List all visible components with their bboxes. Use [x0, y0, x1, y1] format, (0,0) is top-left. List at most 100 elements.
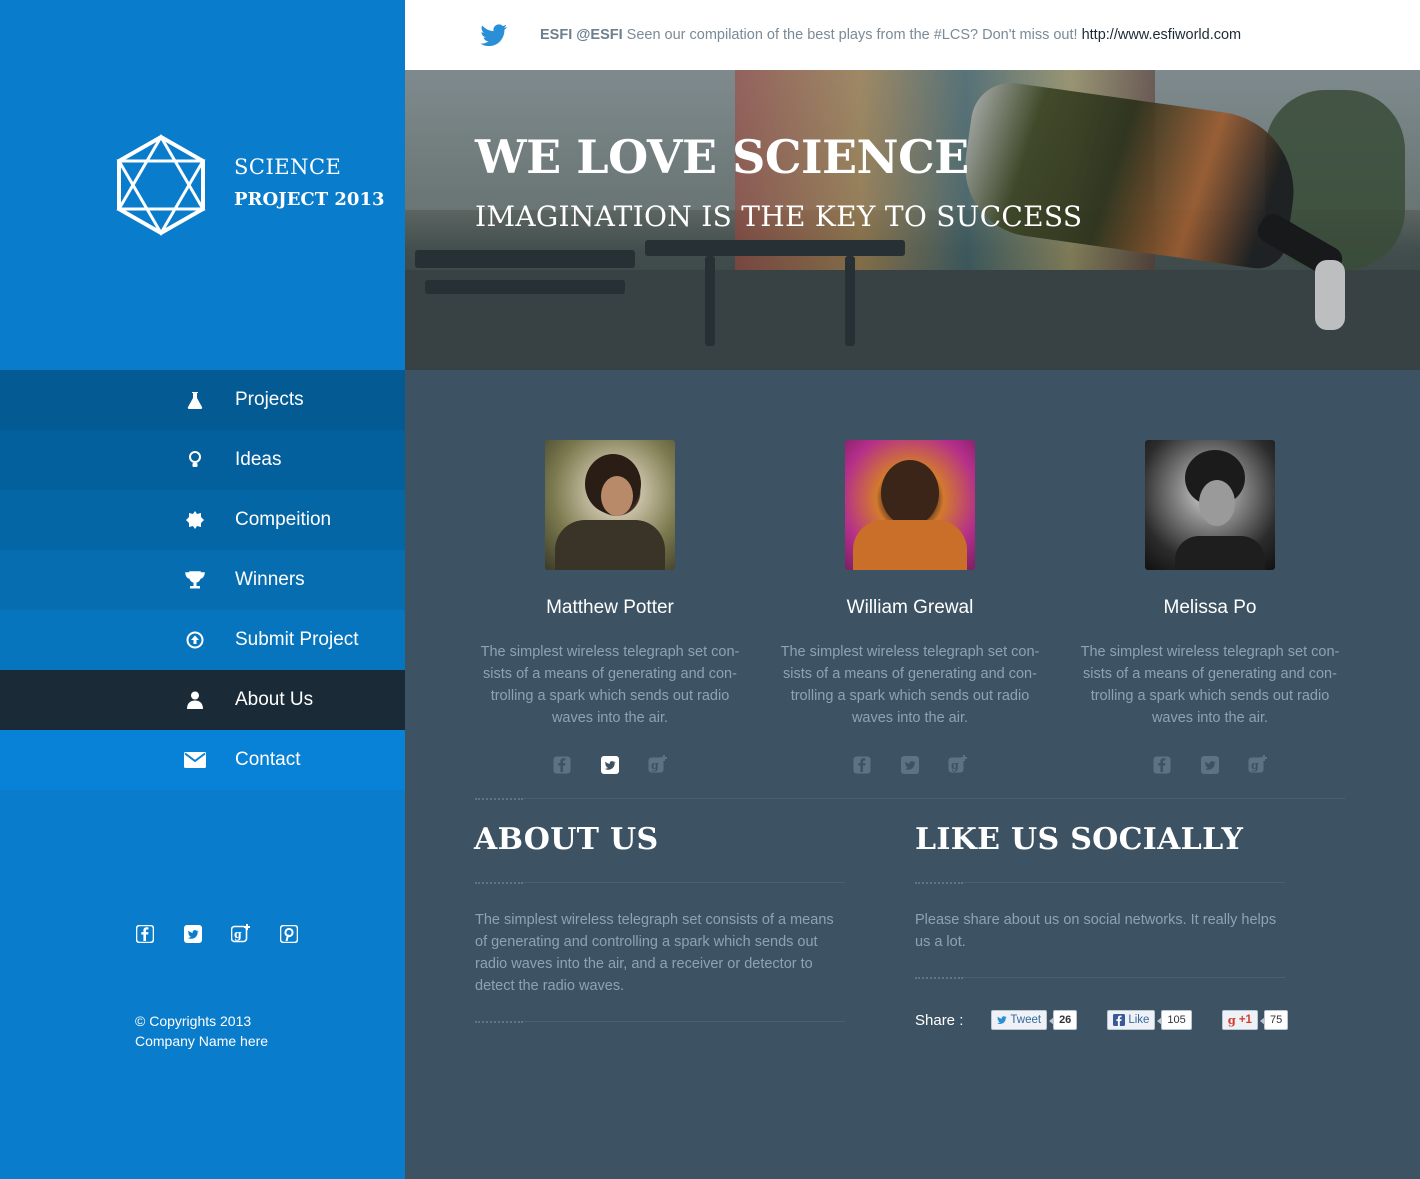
like-us-socially-title: LIKE US SOCIALLY — [915, 822, 1243, 857]
twitter-icon[interactable] — [600, 755, 620, 775]
about-bottom-divider — [475, 1021, 845, 1023]
nav-item-winners[interactable]: Winners — [0, 550, 405, 610]
sidebar-social-links: g — [135, 924, 299, 944]
facebook-icon[interactable] — [1152, 755, 1172, 775]
hexagon-logo-icon[interactable] — [116, 134, 206, 236]
twitter-feed-bar: ESFI @ESFI Seen our compilation of the b… — [405, 0, 1420, 70]
photo-face — [1199, 480, 1235, 526]
member-social-links: g — [475, 755, 745, 775]
tweet-text: Seen our compilation of the best plays f… — [626, 27, 1078, 43]
photo-shirt — [853, 520, 967, 570]
main-nav: Projects Ideas Compeition Winners Submit… — [0, 370, 405, 790]
photo-shirt — [1175, 536, 1265, 570]
nav-item-ideas[interactable]: Ideas — [0, 430, 405, 490]
google-plus-icon[interactable]: g — [1248, 755, 1268, 775]
twitter-bird-icon[interactable] — [480, 23, 508, 47]
member-name: Matthew Potter — [546, 597, 674, 618]
flask-icon — [175, 391, 215, 409]
team-member-card: Melissa Po The simplest wireless telegra… — [1075, 440, 1345, 775]
brand-line2: PROJECT 2013 — [234, 189, 385, 210]
about-title-divider — [475, 882, 845, 884]
plus-one-button[interactable]: g +1 75 — [1221, 1010, 1289, 1030]
facebook-icon[interactable] — [552, 755, 572, 775]
social-title-bold: SOCIALLY — [1070, 822, 1244, 857]
google-plus-icon[interactable]: g — [648, 755, 668, 775]
pinterest-icon[interactable] — [279, 924, 299, 944]
photo-face — [601, 476, 633, 516]
share-bar: Share : Tweet 26 Like 105 g +1 75 — [915, 1010, 1289, 1030]
member-bio: The simplest wireless telegraph set con-… — [780, 644, 1040, 726]
svg-text:g: g — [234, 928, 242, 941]
share-label: Share : — [915, 1011, 964, 1029]
twitter-icon[interactable] — [1200, 755, 1220, 775]
nav-label: Submit Project — [235, 629, 359, 650]
plus-one-count: 75 — [1259, 1010, 1289, 1030]
social-text: Please share about us on social networks… — [915, 912, 1277, 950]
member-social-links: g — [775, 755, 1045, 775]
nav-item-contact[interactable]: Contact — [0, 730, 405, 790]
latest-tweet: ESFI @ESFI Seen our compilation of the b… — [540, 27, 1241, 43]
nav-label: Compeition — [235, 509, 332, 530]
nav-item-submit-project[interactable]: Submit Project — [0, 610, 405, 670]
svg-text:g: g — [1251, 759, 1259, 772]
hero-title: WE LOVE SCIENCE — [475, 130, 969, 184]
facebook-icon[interactable] — [852, 755, 872, 775]
trophy-icon — [175, 571, 215, 589]
team-members: Matthew Potter The simplest wireless tel… — [475, 440, 1345, 775]
member-social-links: g — [1075, 755, 1345, 775]
badge-icon — [175, 511, 215, 529]
hero-title-bold: SCIENCE — [732, 130, 969, 184]
like-button-face[interactable]: Like — [1107, 1010, 1156, 1030]
lightbulb-icon — [175, 451, 215, 469]
upload-circle-icon — [175, 631, 215, 649]
nav-item-about-us[interactable]: About Us — [0, 670, 405, 730]
member-photo — [845, 440, 975, 570]
like-button[interactable]: Like 105 — [1107, 1010, 1192, 1030]
hero-subtitle: IMAGINATION IS THE KEY TO SUCCESS — [475, 200, 1083, 233]
brand-name: SCIENCE PROJECT 2013 — [234, 155, 385, 210]
twitter-icon — [997, 1016, 1008, 1024]
tweet-button[interactable]: Tweet 26 — [991, 1010, 1078, 1030]
member-bio: The simplest wireless telegraph set con-… — [1080, 644, 1340, 726]
about-us-title: ABOUT US — [474, 822, 658, 857]
hero-banner: WE LOVE SCIENCE IMAGINATION IS THE KEY T… — [405, 70, 1420, 370]
member-name: William Grewal — [846, 597, 974, 618]
user-icon — [175, 691, 215, 709]
nav-item-projects[interactable]: Projects — [0, 370, 405, 430]
svg-text:g: g — [951, 759, 959, 772]
photo-face — [881, 460, 939, 526]
team-member-card: William Grewal The simplest wireless tel… — [775, 440, 1045, 775]
google-plus-icon[interactable]: g — [231, 924, 251, 944]
tweet-link[interactable]: http://www.esfiworld.com — [1082, 27, 1242, 43]
svg-text:g: g — [651, 759, 659, 772]
facebook-icon — [1113, 1014, 1126, 1026]
google-g-icon: g — [1227, 1013, 1236, 1027]
member-photo — [1145, 440, 1275, 570]
copyright-text: © Copyrights 2013 — [135, 1013, 252, 1029]
about-title-text: ABOUT US — [474, 822, 659, 857]
twitter-icon[interactable] — [900, 755, 920, 775]
member-bio: The simplest wireless telegraph set con-… — [480, 644, 740, 726]
photo-shirt — [555, 520, 665, 570]
member-name: Melissa Po — [1163, 597, 1257, 618]
nav-label: Ideas — [235, 449, 282, 470]
nav-label: Projects — [235, 389, 304, 410]
social-title-divider — [915, 882, 1285, 884]
company-name: Company Name here — [135, 1033, 269, 1049]
plus-one-button-face[interactable]: g +1 — [1221, 1010, 1258, 1030]
tweet-handle[interactable]: ESFI @ESFI — [540, 27, 623, 43]
tweet-label: Tweet — [1010, 1014, 1042, 1026]
member-photo — [545, 440, 675, 570]
brand-line1: SCIENCE — [234, 155, 342, 179]
nav-item-compeition[interactable]: Compeition — [0, 490, 405, 550]
google-plus-icon[interactable]: g — [948, 755, 968, 775]
tweet-count: 26 — [1049, 1010, 1078, 1030]
social-title-light: LIKE US — [915, 822, 1060, 857]
tweet-button-face[interactable]: Tweet — [991, 1010, 1048, 1030]
twitter-icon[interactable] — [183, 924, 203, 944]
hero-title-light: WE LOVE — [475, 130, 717, 184]
nav-label: Contact — [235, 749, 301, 770]
about-us-text: The simplest wireless telegraph set cons… — [475, 912, 834, 994]
social-bottom-divider — [915, 977, 1285, 979]
facebook-icon[interactable] — [135, 924, 155, 944]
